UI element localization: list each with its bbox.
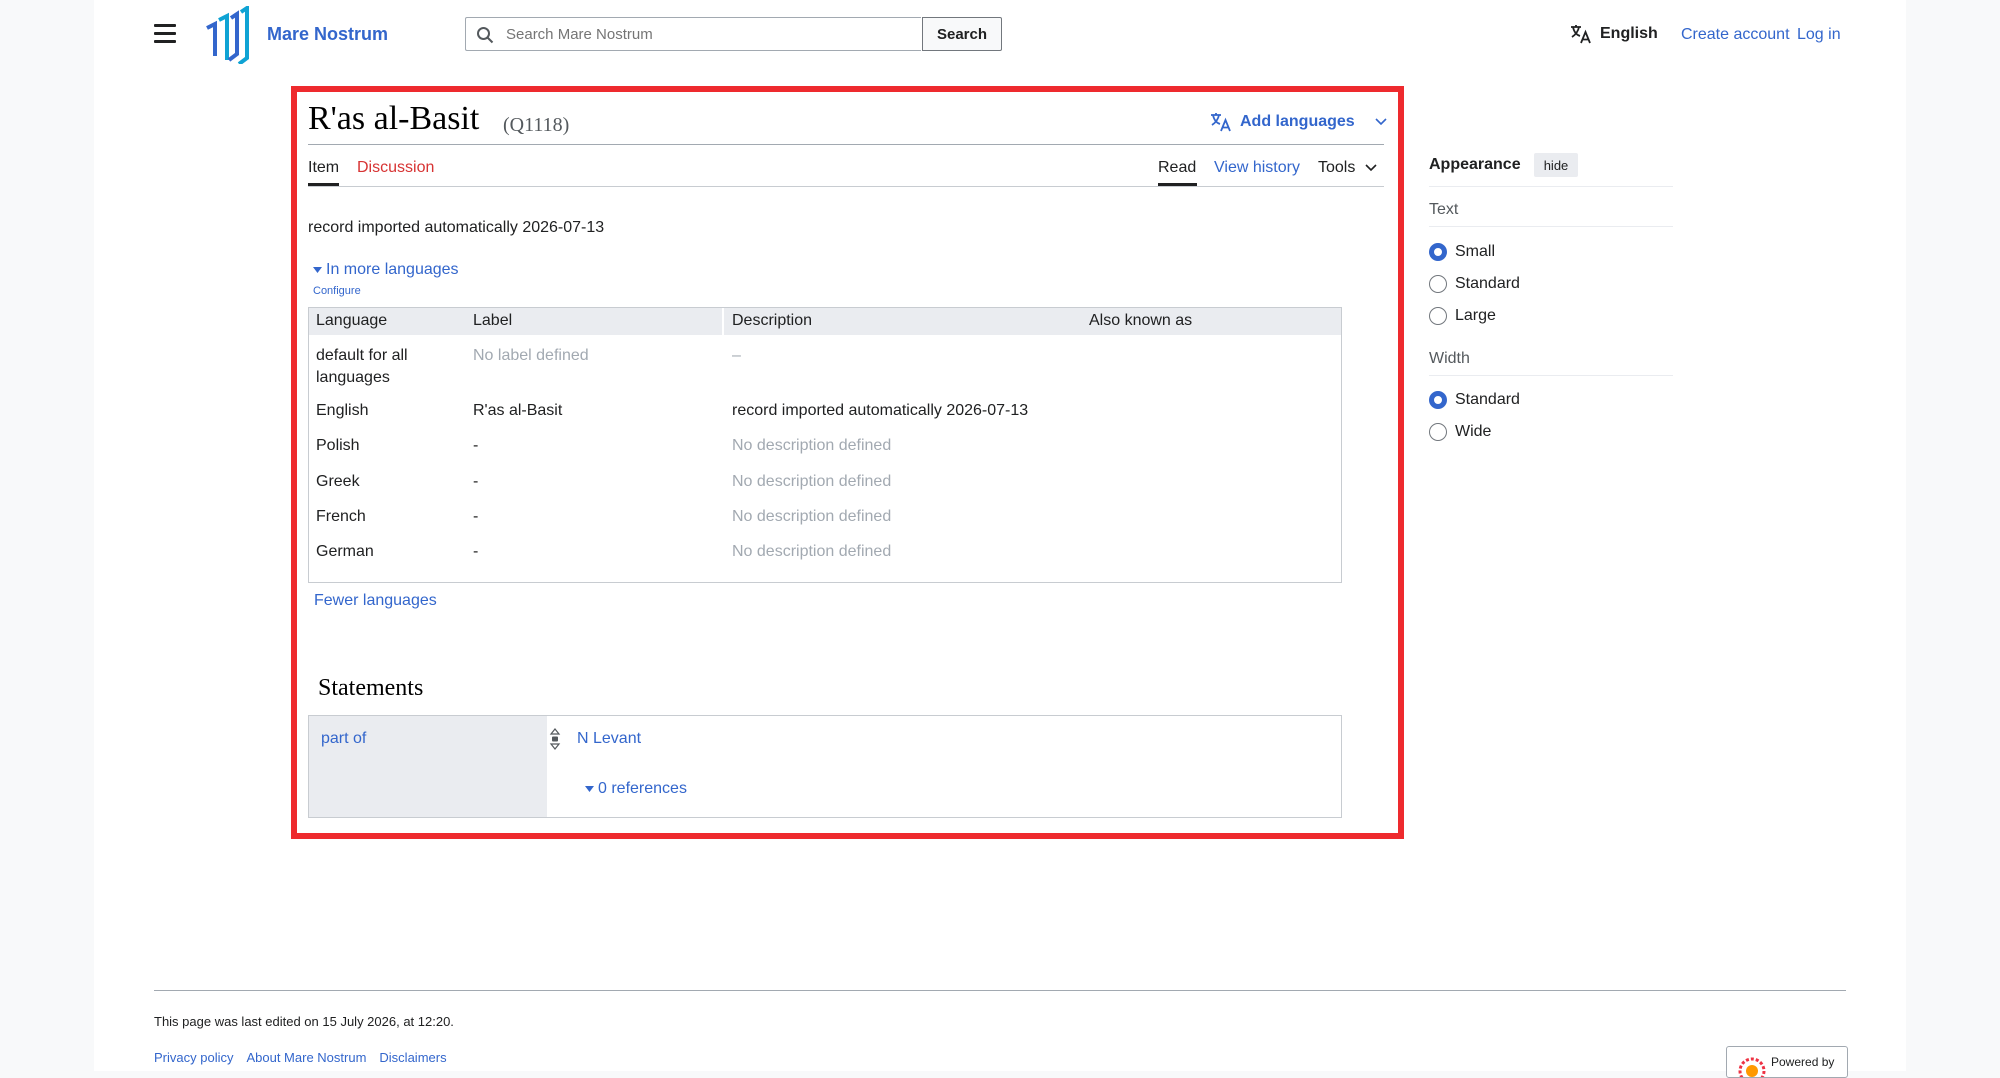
site-logo-icon[interactable] bbox=[203, 6, 251, 64]
create-account-link[interactable]: Create account bbox=[1681, 26, 1790, 44]
appearance-heading: Appearance bbox=[1429, 156, 1521, 173]
radio-label: Wide bbox=[1455, 423, 1492, 440]
tools-label: Tools bbox=[1318, 159, 1356, 176]
chevron-down-icon bbox=[1375, 118, 1387, 126]
radio-label: Large bbox=[1455, 307, 1496, 324]
in-more-languages-toggle[interactable]: In more languages bbox=[313, 261, 459, 279]
search-field[interactable] bbox=[465, 17, 921, 51]
table-row-label: R'as al-Basit bbox=[473, 402, 563, 419]
statements-heading: Statements bbox=[318, 675, 424, 701]
about-link[interactable]: About Mare Nostrum bbox=[246, 1050, 366, 1065]
site-name[interactable]: Mare Nostrum bbox=[267, 24, 388, 45]
header-description: Description bbox=[732, 312, 813, 329]
title-divider bbox=[308, 144, 1384, 145]
radio-checked-icon bbox=[1429, 391, 1447, 409]
item-id: (Q1118) bbox=[503, 114, 570, 136]
powered-by-badge[interactable]: Powered by bbox=[1726, 1046, 1848, 1078]
radio-label: Small bbox=[1455, 243, 1496, 260]
table-row-language: Greek bbox=[316, 473, 360, 490]
text-size-large-option[interactable]: Large bbox=[1429, 307, 1496, 325]
translate-icon bbox=[1211, 113, 1231, 132]
radio-label: Standard bbox=[1455, 275, 1520, 292]
table-row-language: Polish bbox=[316, 437, 360, 454]
table-row-language: English bbox=[316, 402, 369, 419]
tab-view-history[interactable]: View history bbox=[1214, 159, 1300, 177]
statement-value-link[interactable]: N Levant bbox=[577, 730, 641, 748]
languages-table: Language Label Description Also known as… bbox=[308, 307, 1342, 583]
footer-divider bbox=[154, 990, 1846, 991]
column-separator bbox=[722, 308, 724, 335]
search-icon bbox=[477, 27, 494, 44]
search-button[interactable]: Search bbox=[922, 17, 1002, 51]
last-edited-text: This page was last edited on 15 July 202… bbox=[154, 1014, 454, 1029]
table-row-language: default for all languages bbox=[316, 347, 408, 386]
caret-down-icon bbox=[585, 786, 594, 792]
languages-table-header: Language Label Description Also known as bbox=[309, 308, 1341, 335]
table-row-language: French bbox=[316, 508, 366, 525]
login-link[interactable]: Log in bbox=[1797, 26, 1841, 44]
tab-read[interactable]: Read bbox=[1158, 159, 1196, 177]
table-row-description: No description defined bbox=[732, 473, 892, 490]
in-more-languages-label: In more languages bbox=[326, 261, 459, 278]
statement-group: part of N Levant 0 references bbox=[308, 715, 1342, 818]
main-menu-button[interactable] bbox=[154, 24, 176, 44]
radio-checked-icon bbox=[1429, 243, 1447, 261]
table-row-description: No description defined bbox=[732, 508, 892, 525]
configure-link[interactable]: Configure bbox=[313, 285, 361, 297]
table-row-description: record imported automatically 2026-07-13 bbox=[732, 402, 1029, 419]
tab-discussion[interactable]: Discussion bbox=[357, 159, 434, 177]
search-input[interactable] bbox=[504, 25, 908, 44]
table-row-label: - bbox=[473, 508, 479, 525]
width-wide-option[interactable]: Wide bbox=[1429, 423, 1491, 441]
rank-selector-icon[interactable] bbox=[549, 728, 561, 750]
disclaimers-link[interactable]: Disclaimers bbox=[379, 1050, 446, 1065]
text-size-small-option[interactable]: Small bbox=[1429, 243, 1495, 261]
page-title: R'as al-Basit bbox=[308, 100, 480, 137]
powered-by-label: Powered by bbox=[1771, 1055, 1835, 1069]
radio-icon bbox=[1429, 423, 1447, 441]
references-label: 0 references bbox=[598, 780, 687, 797]
add-languages-button[interactable]: Add languages bbox=[1210, 112, 1387, 132]
radio-icon bbox=[1429, 307, 1447, 325]
header-label: Label bbox=[473, 312, 513, 329]
table-row-description: No description defined bbox=[732, 543, 892, 560]
hide-appearance-button[interactable]: hide bbox=[1534, 153, 1578, 177]
add-languages-label: Add languages bbox=[1240, 113, 1355, 130]
width-divider bbox=[1429, 375, 1673, 376]
language-switcher[interactable]: English bbox=[1570, 24, 1658, 44]
radio-icon bbox=[1429, 275, 1447, 293]
chevron-down-icon bbox=[1365, 164, 1377, 172]
privacy-policy-link[interactable]: Privacy policy bbox=[154, 1050, 233, 1065]
translate-icon bbox=[1571, 25, 1591, 44]
width-standard-option[interactable]: Standard bbox=[1429, 391, 1520, 409]
header-also-known-as: Also known as bbox=[1089, 312, 1193, 329]
text-size-label: Text bbox=[1429, 201, 1459, 218]
table-row-language: German bbox=[316, 543, 374, 560]
table-row-label: - bbox=[473, 543, 479, 560]
references-toggle[interactable]: 0 references bbox=[585, 780, 687, 798]
tools-menu[interactable]: Tools bbox=[1318, 159, 1377, 177]
language-label: English bbox=[1600, 25, 1658, 42]
table-row-label: - bbox=[473, 473, 479, 490]
table-row-description: No description defined bbox=[732, 437, 892, 454]
text-divider bbox=[1429, 226, 1673, 227]
footer-links: Privacy policy About Mare Nostrum Discla… bbox=[154, 1050, 447, 1065]
width-label: Width bbox=[1429, 350, 1470, 367]
header-language: Language bbox=[316, 312, 388, 329]
table-row-label: No label defined bbox=[473, 347, 589, 364]
table-row-description: – bbox=[732, 347, 741, 364]
table-row-label: - bbox=[473, 437, 479, 454]
mediawiki-logo-icon bbox=[1738, 1057, 1766, 1077]
tab-item[interactable]: Item bbox=[308, 159, 339, 177]
fewer-languages-link[interactable]: Fewer languages bbox=[314, 592, 437, 610]
item-description: record imported automatically 2026-07-13 bbox=[308, 219, 605, 236]
property-link[interactable]: part of bbox=[321, 730, 366, 748]
radio-label: Standard bbox=[1455, 391, 1520, 408]
appearance-divider bbox=[1429, 186, 1673, 187]
tabs-divider bbox=[308, 186, 1384, 187]
caret-down-icon bbox=[313, 267, 322, 273]
text-size-standard-option[interactable]: Standard bbox=[1429, 275, 1520, 293]
